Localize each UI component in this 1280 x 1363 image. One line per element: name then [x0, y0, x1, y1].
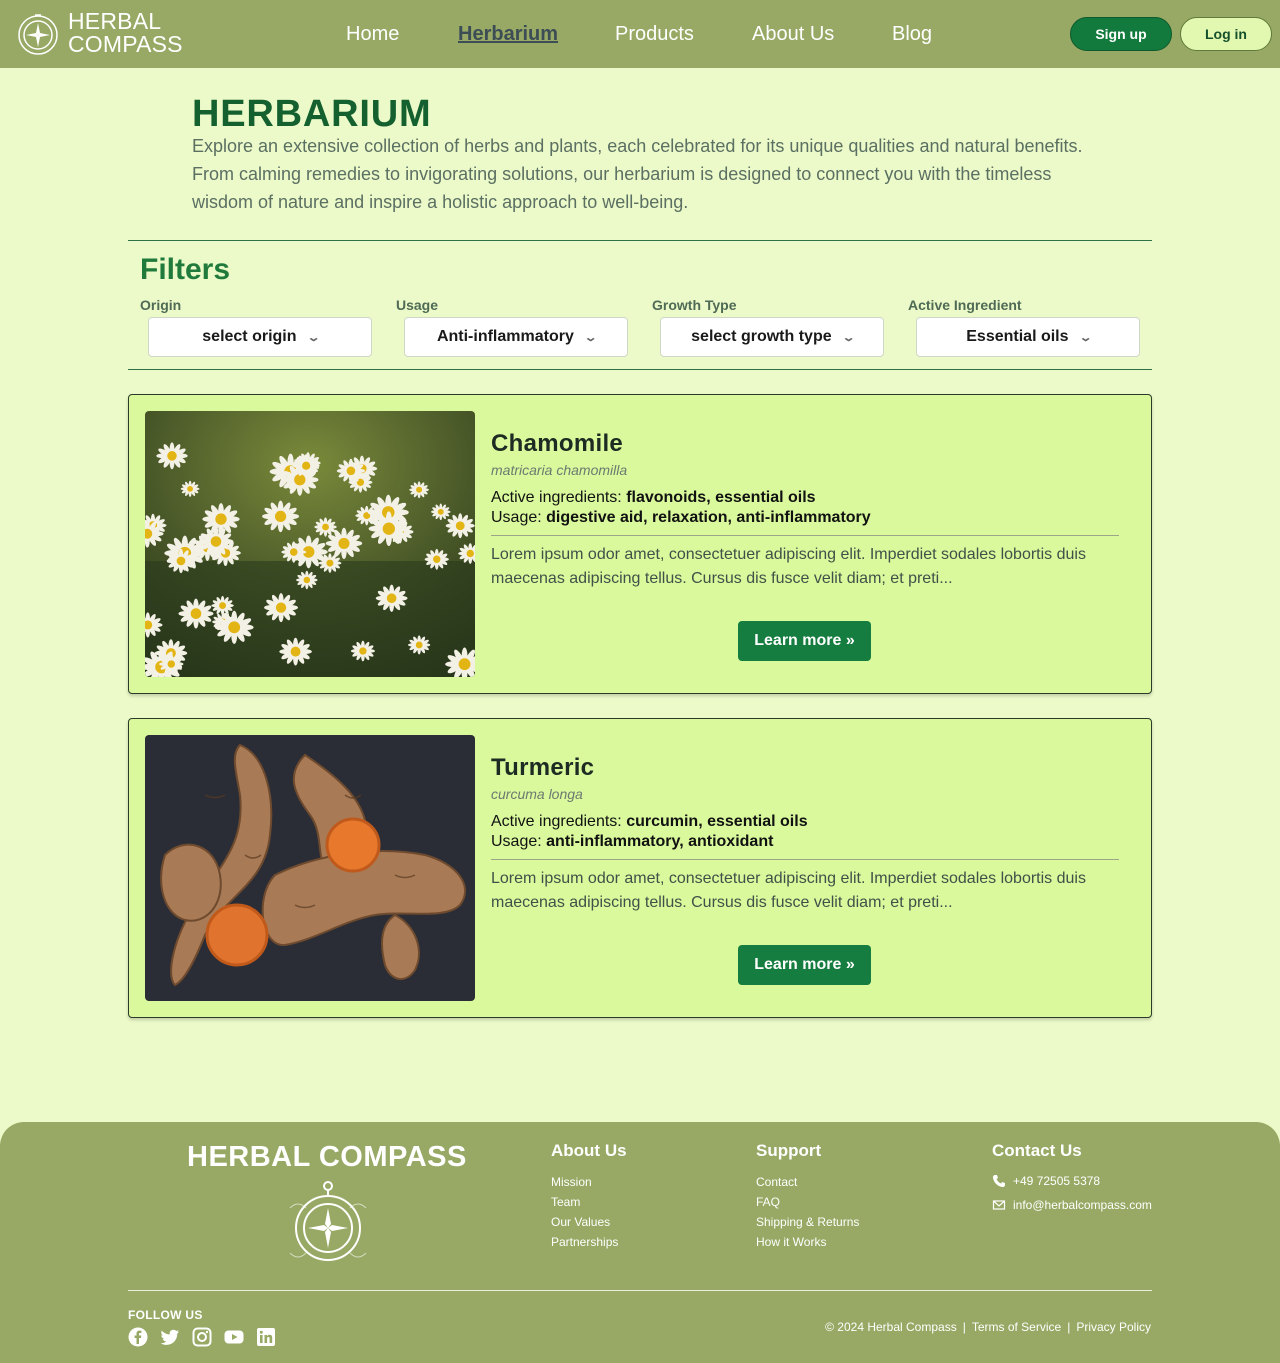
facebook-icon[interactable]	[128, 1327, 148, 1347]
twitter-icon[interactable]	[160, 1327, 180, 1347]
social-links	[128, 1327, 276, 1347]
footer-link-faq[interactable]: FAQ	[756, 1195, 780, 1209]
footer-brand: HERBAL COMPASS	[187, 1141, 467, 1173]
filter-active-ingredient-select[interactable]: Essential oils ⌄	[916, 317, 1140, 357]
follow-us-label: FOLLOW US	[128, 1308, 203, 1322]
filter-origin-value: select origin	[202, 328, 297, 345]
herb-name: Turmeric	[491, 754, 595, 781]
footer-link-our-values[interactable]: Our Values	[551, 1215, 610, 1229]
herb-ingredients: Active ingredients: curcumin, essential …	[491, 813, 808, 831]
filter-usage-value: Anti-inflammatory	[436, 328, 574, 345]
footer-link-shipping-returns[interactable]: Shipping & Returns	[756, 1215, 859, 1229]
footer-phone-value: +49 72505 5378	[1013, 1174, 1101, 1188]
footer-email[interactable]: info@herbalcompass.com	[992, 1198, 1152, 1212]
learn-more-button[interactable]: Learn more »	[738, 945, 871, 985]
youtube-icon[interactable]	[224, 1327, 244, 1347]
footer-about-title: About Us	[551, 1141, 627, 1160]
footer-phone[interactable]: +49 72505 5378	[992, 1174, 1100, 1188]
herb-card-turmeric: Turmeric curcuma longa Active ingredient…	[128, 718, 1152, 1018]
footer-email-value: info@herbalcompass.com	[1013, 1198, 1152, 1212]
page-intro: Explore an extensive collection of herbs…	[192, 136, 1083, 212]
compass-logo-icon	[289, 1181, 367, 1261]
nav-blog[interactable]: Blog	[892, 22, 932, 46]
ingredients-label: Active ingredients:	[491, 813, 627, 830]
footer-link-partnerships[interactable]: Partnerships	[551, 1235, 618, 1249]
herb-latin-name: curcuma longa	[491, 786, 583, 802]
learn-more-button[interactable]: Learn more »	[738, 621, 871, 661]
filter-usage-select[interactable]: Anti-inflammatory ⌄	[404, 317, 628, 357]
herb-latin-name: matricaria chamomilla	[491, 462, 628, 478]
legal-separator: |	[962, 1320, 966, 1334]
filter-active-ingredient-label: Active Ingredient	[908, 297, 1022, 313]
herb-name: Chamomile	[491, 430, 624, 457]
usage-label: Usage:	[491, 833, 547, 850]
filter-growth-type-select[interactable]: select growth type ⌄	[660, 317, 884, 357]
filters-title: Filters	[140, 253, 231, 286]
footer-support-title: Support	[756, 1141, 822, 1160]
footer-link-team[interactable]: Team	[551, 1195, 580, 1209]
herb-description: Lorem ipsum odor amet, consectetuer adip…	[491, 546, 1086, 587]
ingredients-value: flavonoids, essential oils	[626, 489, 816, 506]
chamomile-flowers-photo	[145, 411, 475, 677]
turmeric-roots-photo	[145, 735, 475, 1001]
filter-growth-type-value: select growth type	[691, 328, 832, 345]
filter-origin-label: Origin	[140, 297, 182, 313]
chevron-down-icon: ⌄	[306, 331, 321, 344]
privacy-policy-link[interactable]: Privacy Policy	[1076, 1320, 1151, 1334]
filter-origin-select[interactable]: select origin ⌄	[148, 317, 372, 357]
filter-usage-label: Usage	[396, 297, 439, 313]
instagram-icon[interactable]	[192, 1327, 212, 1347]
footer-divider	[128, 1290, 1152, 1291]
footer-link-mission[interactable]: Mission	[551, 1175, 592, 1189]
ingredients-value: curcumin, essential oils	[626, 813, 808, 830]
divider	[128, 369, 1152, 370]
usage-value: digestive aid, relaxation, anti-inflamma…	[546, 509, 871, 526]
card-divider	[491, 535, 1119, 536]
chevron-down-icon: ⌄	[583, 331, 598, 344]
footer-link-how-it-works[interactable]: How it Works	[756, 1235, 826, 1249]
nav-about-us[interactable]: About Us	[752, 22, 834, 46]
chevron-down-icon: ⌄	[1078, 331, 1093, 344]
terms-of-service-link[interactable]: Terms of Service	[972, 1320, 1061, 1334]
site-footer: HERBAL COMPASS About Us Mission Team Our…	[0, 1122, 1280, 1363]
footer-link-contact[interactable]: Contact	[756, 1175, 797, 1189]
herb-usage: Usage: anti-inflammatory, antioxidant	[491, 833, 773, 851]
herb-card-chamomile: Chamomile matricaria chamomilla Active i…	[128, 394, 1152, 694]
mail-icon	[992, 1200, 1006, 1210]
filter-active-ingredient-value: Essential oils	[966, 328, 1069, 345]
nav-products[interactable]: Products	[615, 22, 694, 46]
login-button[interactable]: Log in	[1180, 17, 1272, 51]
filter-growth-type-label: Growth Type	[652, 297, 737, 313]
herb-description: Lorem ipsum odor amet, consectetuer adip…	[491, 870, 1086, 911]
footer-contact-title: Contact Us	[992, 1141, 1082, 1160]
herb-usage: Usage: digestive aid, relaxation, anti-i…	[491, 509, 871, 527]
site-header: HERBAL COMPASS Home Herbarium Products A…	[0, 0, 1280, 68]
card-divider	[491, 859, 1119, 860]
signup-button[interactable]: Sign up	[1070, 17, 1172, 51]
page-title: HERBARIUM	[192, 93, 432, 135]
divider	[128, 240, 1152, 241]
herb-ingredients: Active ingredients: flavonoids, essentia…	[491, 489, 816, 507]
ingredients-label: Active ingredients:	[491, 489, 627, 506]
nav-home[interactable]: Home	[346, 22, 399, 46]
copyright-text: © 2024 Herbal Compass	[825, 1320, 957, 1334]
nav-herbarium[interactable]: Herbarium	[458, 22, 558, 46]
linkedin-icon[interactable]	[256, 1327, 276, 1347]
phone-icon	[993, 1175, 1005, 1187]
usage-value: anti-inflammatory, antioxidant	[546, 833, 774, 850]
footer-legal: © 2024 Herbal Compass | Terms of Service | P…	[825, 1320, 1151, 1334]
chevron-down-icon: ⌄	[841, 331, 856, 344]
usage-label: Usage:	[491, 509, 547, 526]
legal-separator: |	[1067, 1320, 1071, 1334]
